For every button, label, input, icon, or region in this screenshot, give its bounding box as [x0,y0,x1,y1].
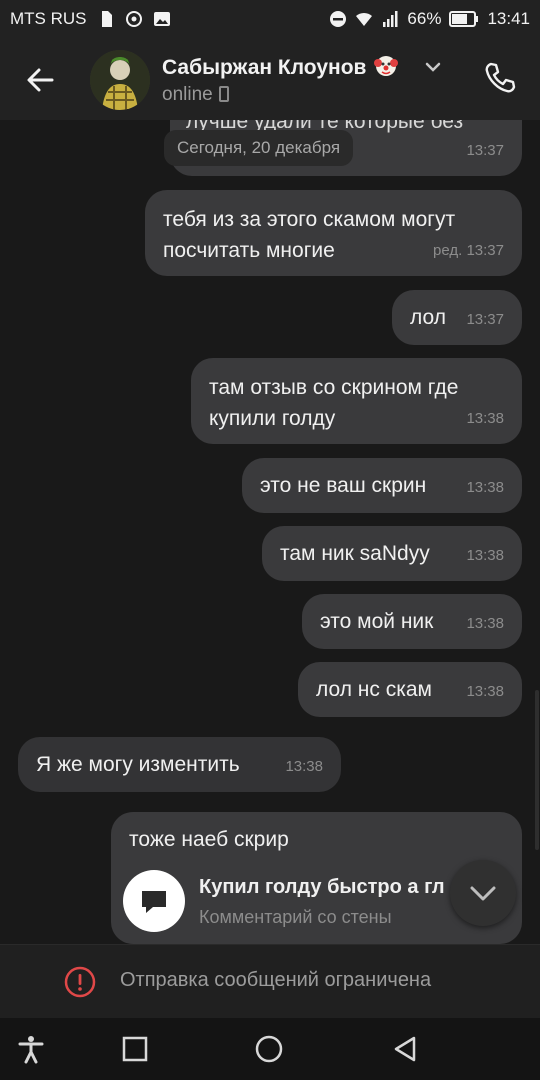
battery-percent: 66% [407,9,442,28]
message-text: там отзыв со скрином где купили голду [209,376,459,430]
attachment-subtitle: Комментарий со стены [199,907,392,927]
clown-emoji-icon [374,56,399,76]
scroll-down-button[interactable] [450,860,516,926]
avatar[interactable] [90,50,150,110]
do-not-disturb-icon [330,11,347,27]
message-bubble-outgoing[interactable]: там ник saNdyy 13:38 [262,526,522,581]
phone-call-icon[interactable] [482,60,518,96]
system-nav-bar [0,1018,540,1080]
image-notification-icon [153,12,170,26]
attachment-title: Купил голду быстро а гл [199,876,445,898]
back-arrow-icon[interactable] [24,64,56,96]
recent-apps-icon[interactable] [120,1034,150,1064]
home-icon[interactable] [254,1034,284,1064]
chat-header: Сабыржан Клоунов online [0,38,540,120]
message-time: 13:37 [466,142,504,159]
message-bubble-outgoing[interactable]: это не ваш скрин 13:38 [242,458,522,513]
message-time: 13:38 [285,758,323,775]
message-time: 13:38 [466,479,504,496]
avatar-image [90,50,150,110]
wifi-icon [356,12,373,26]
comment-icon [142,891,166,913]
contact-status: online [162,84,229,106]
message-bubble-outgoing[interactable]: там отзыв со скрином где купили голду 13… [191,358,522,444]
message-time: 13:38 [466,615,504,632]
message-time: 13:38 [466,547,504,564]
wall-comment-attachment[interactable]: Купил голду быстро а гл Комментарий со с… [123,868,503,934]
sim-card-icon [101,11,112,27]
message-bubble-outgoing[interactable]: это мой ник 13:38 [302,594,522,649]
carrier-label: MTS RUS [10,9,87,28]
restriction-text: Отправка сообщений ограничена [120,969,432,991]
message-bubble-outgoing[interactable]: лол нс скам 13:38 [298,662,522,717]
message-bubble-outgoing[interactable]: лол 13:37 [392,290,522,345]
message-bubble-outgoing[interactable]: тебя из за этого скамом могут посчитать … [145,190,522,276]
hotspot-icon [125,11,142,27]
message-list[interactable]: 13:37 лучше удали те которые без Сегодня… [0,120,540,944]
mobile-device-icon [218,86,229,102]
message-text: тоже наеб скрир [129,828,289,851]
message-time: 13:38 [466,683,504,700]
status-bar: MTS RUS 66% 13:41 [0,0,540,38]
alert-icon [64,966,96,998]
date-separator: Сегодня, 20 декабря [164,130,354,166]
accessibility-icon[interactable] [16,1034,46,1064]
online-status: online [162,84,213,105]
comment-icon-badge [123,870,185,932]
message-time: 13:37 [466,311,504,328]
scrollbar[interactable] [535,690,539,850]
contact-name[interactable]: Сабыржан Клоунов [162,54,399,80]
battery-icon [449,11,479,27]
contact-name-text: Сабыржан Клоунов [162,56,367,79]
messaging-restricted-bar: Отправка сообщений ограничена [0,944,540,1018]
message-time-edited: ред. 13:37 [433,242,504,259]
clock: 13:41 [487,9,530,28]
back-nav-icon[interactable] [390,1034,420,1064]
message-bubble-incoming[interactable]: Я же могу изментить 13:38 [18,737,341,792]
message-text: Я же могу изментить [36,753,240,776]
scroll-down-icon [470,886,496,901]
signal-icon [383,11,398,27]
message-time: 13:38 [466,410,504,427]
chevron-down-icon[interactable] [424,60,442,74]
